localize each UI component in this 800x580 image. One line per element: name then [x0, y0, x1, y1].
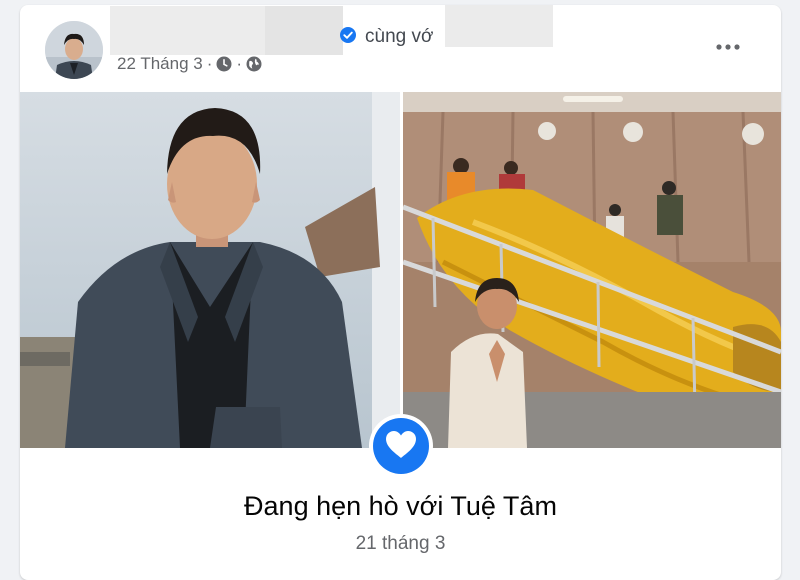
- globe-icon[interactable]: [246, 56, 262, 72]
- man-portrait-photo[interactable]: [20, 92, 400, 448]
- more-options-icon: [714, 38, 742, 56]
- tagged-name-redacted: [445, 5, 553, 47]
- meta-separator: ·: [236, 54, 243, 73]
- tagged-with-text: cùng vớ: [365, 26, 434, 47]
- relationship-event-badge: [369, 414, 433, 478]
- author-name-redacted: [110, 6, 343, 55]
- post-meta: 22 Tháng 3 · ·: [117, 54, 262, 74]
- meta-separator: ·: [206, 54, 213, 73]
- reclining-buddha-photo[interactable]: [403, 92, 781, 448]
- author-avatar[interactable]: [45, 21, 103, 79]
- relationship-event-date: 21 tháng 3: [355, 533, 446, 554]
- verified-badge-icon: [340, 27, 356, 43]
- post-card: cùng vớ 22 Tháng 3 · · Đang hẹn hò với T…: [20, 5, 781, 580]
- post-date-link[interactable]: 22 Tháng 3: [117, 54, 203, 74]
- heart-icon: [384, 429, 418, 464]
- clock-icon: [216, 56, 232, 72]
- relationship-event-title: Đang hẹn hò với Tuệ Tâm: [244, 491, 557, 521]
- more-options-button[interactable]: [710, 35, 746, 59]
